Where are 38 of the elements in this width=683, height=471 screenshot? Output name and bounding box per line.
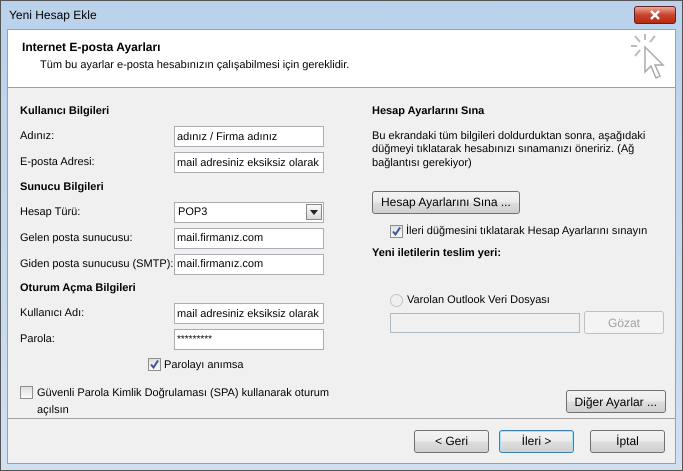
checkbox-label: Güvenli Parola Kimlik Doğrulaması (SPA) kullanarak oturum açılsın [37,386,330,418]
section-heading: Kullanıcı Bilgileri [20,104,110,119]
input-field[interactable]: adınız / Firma adınız [174,126,324,147]
more-settings-button[interactable]: Diğer Ayarlar ... [566,390,666,414]
checkbox-label: İleri düğmesini tıklatarak Hesap Ayarlarını sınayın [406,224,648,239]
input-field[interactable]: mail.firmanız.com [174,228,324,248]
field-label: Hesap Türü: [20,204,82,220]
dialog-button[interactable]: İleri > [499,430,574,452]
section-heading: Yeni iletilerin teslim yeri: [372,246,502,262]
section-heading: Oturum Açma Bilgileri [20,281,137,296]
description-text: Bu ekrandaki tüm bilgileri doldurduktan sonra, aşağıdaki düğmeyi tıklatarak hesabınızı sınamanızı öneririz. (Ağ bağlantısı gerekiyor) [372,130,646,171]
caret-icon [306,204,322,220]
checkbox[interactable] [390,224,403,238]
input-field[interactable]: ********* [174,329,324,350]
field-label: Gelen posta sunucusu: [20,230,134,246]
input-field[interactable]: mail.firmanız.com [174,254,324,274]
dialog-button[interactable]: < Geri [414,430,489,452]
window-title: Yeni Hesap Ekle [9,7,97,24]
close-icon [649,10,661,20]
field-label: Giden posta sunucusu (SMTP): [20,256,174,272]
header-subtitle: Tüm bu ayarlar e-posta hesabınızın çalışabilmesi için gereklidir. [39,58,350,73]
header-title: Internet E-posta Ayarları [22,39,162,56]
section-heading: Hesap Ayarlarını Sına [372,104,486,119]
field-label: E-posta Adresi: [20,155,96,170]
input-field[interactable]: mail adresiniz eksiksiz olarak [174,152,324,173]
checkbox[interactable] [148,358,161,372]
checkbox-label: Parolayı anımsa [164,358,244,372]
account-type-dropdown[interactable]: POP3 [174,202,324,222]
field-label: Kullanıcı Adı: [20,306,86,322]
radio-label: Varolan Outlook Veri Dosyası [407,292,550,308]
test-settings-button[interactable]: Hesap Ayarlarını Sına ... [372,190,520,214]
field-label: Adınız: [20,129,56,144]
field-label: Parola: [20,332,56,348]
section-heading: Sunucu Bilgileri [20,180,105,194]
checkbox[interactable] [20,386,33,399]
input-field[interactable]: mail adresiniz eksiksiz olarak [174,303,324,324]
close-button[interactable] [634,6,676,24]
dialog-button[interactable]: İptal [590,430,665,452]
